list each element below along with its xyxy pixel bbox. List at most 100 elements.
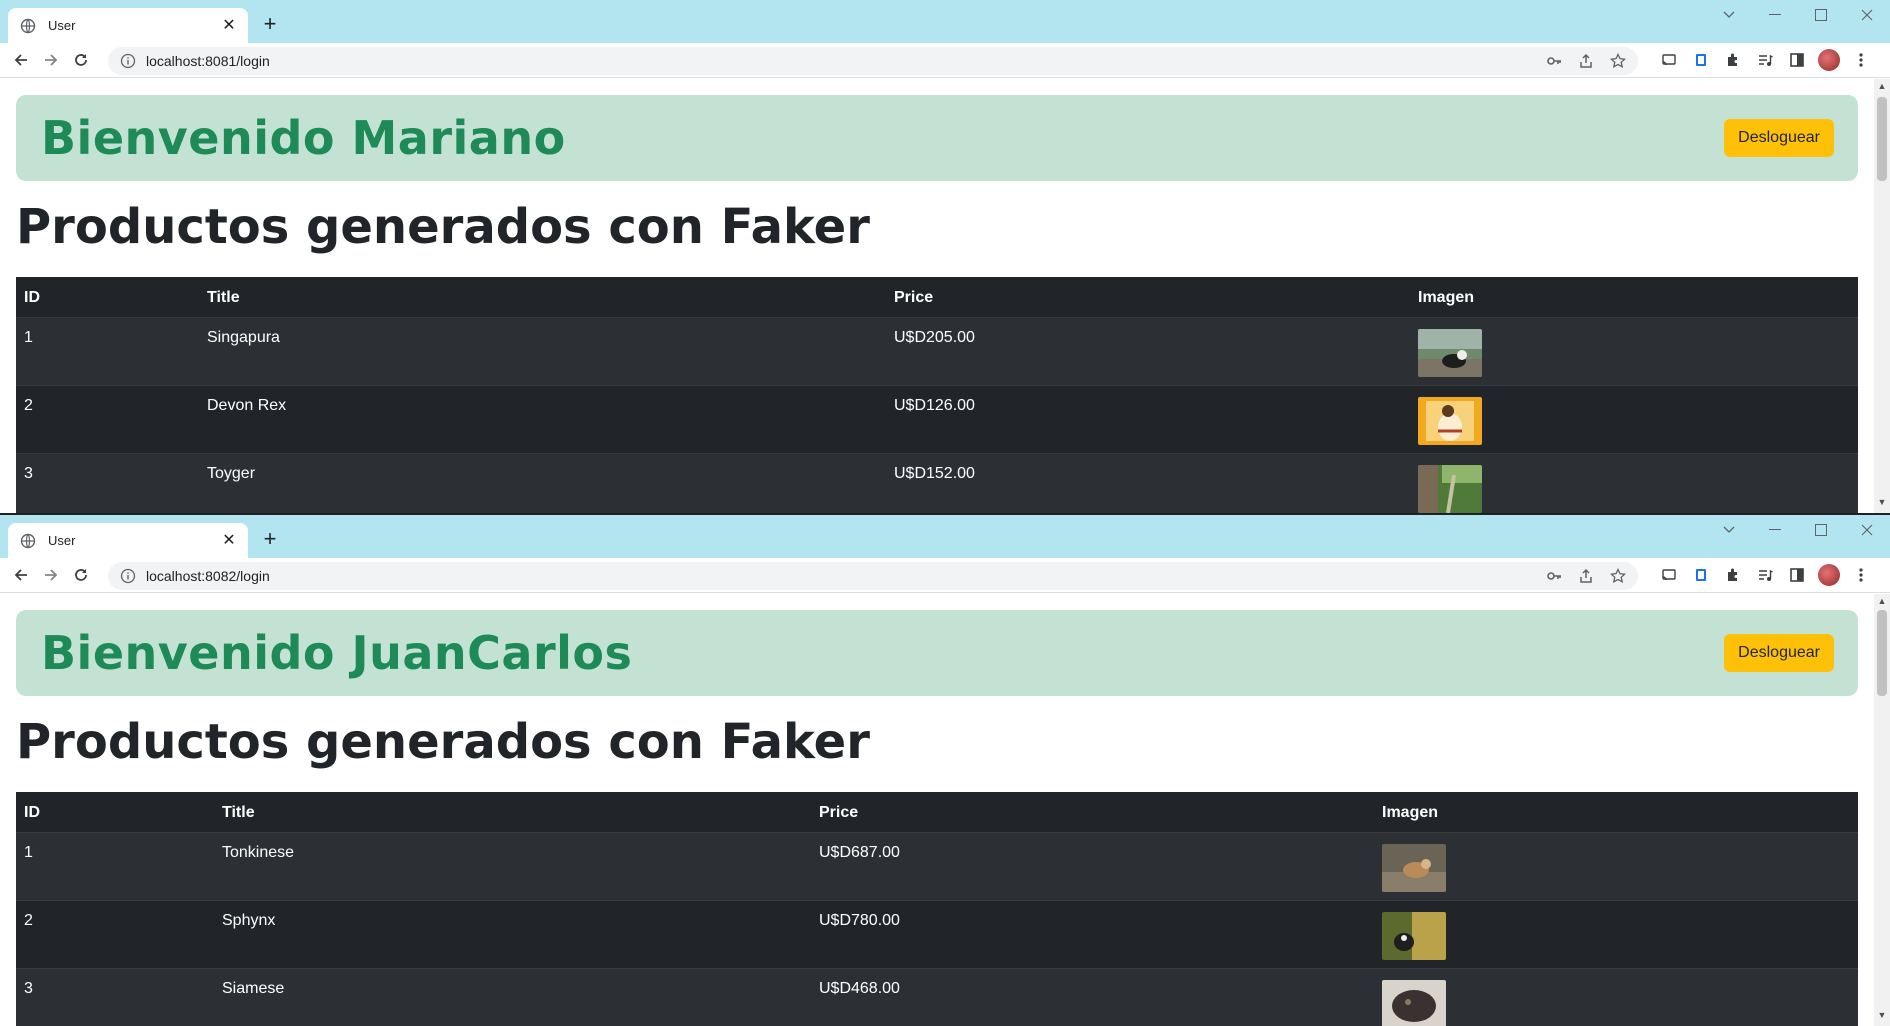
welcome-banner: Bienvenido JuanCarlos Desloguear [16, 610, 1858, 696]
page-viewport: Bienvenido Mariano Desloguear Productos … [0, 79, 1874, 513]
close-window-icon[interactable] [1844, 515, 1890, 545]
site-info-icon[interactable] [120, 568, 136, 584]
maximize-icon[interactable] [1798, 0, 1844, 30]
url-text: localhost:8081/login [146, 53, 270, 69]
product-image [1382, 843, 1446, 892]
products-table: ID Title Price Imagen 1 Tonkinese U$D687… [16, 792, 1858, 1026]
table-row: 2 Devon Rex U$D126.00 [16, 385, 1858, 454]
table-row: 1 Tonkinese U$D687.00 [16, 832, 1858, 901]
side-panel-icon[interactable] [1786, 47, 1808, 73]
globe-icon [20, 18, 36, 34]
globe-icon [20, 533, 36, 549]
cell-price: U$D205.00 [886, 317, 1410, 386]
new-tab-icon[interactable]: + [258, 527, 282, 551]
cell-title: Siamese [214, 968, 811, 1026]
product-image [1418, 396, 1482, 445]
key-icon[interactable] [1544, 566, 1564, 586]
address-bar[interactable]: localhost:8082/login [108, 562, 1638, 590]
reload-icon[interactable] [66, 46, 96, 74]
cell-price: U$D126.00 [886, 385, 1410, 454]
table-row: 3 Toyger U$D152.00 [16, 453, 1858, 513]
scroll-up-arrow-icon[interactable]: ▲ [1874, 81, 1890, 95]
cell-price: U$D468.00 [811, 968, 1374, 1026]
tab-close-icon[interactable]: ✕ [220, 17, 238, 35]
page-viewport: Bienvenido JuanCarlos Desloguear Product… [0, 594, 1874, 1026]
logout-button[interactable]: Desloguear [1724, 119, 1834, 157]
vertical-scrollbar[interactable]: ▲ ▼ [1874, 79, 1890, 513]
page-title: Productos generados con Faker [16, 199, 870, 255]
table-row: 2 Sphynx U$D780.00 [16, 900, 1858, 969]
profile-avatar[interactable] [1818, 49, 1840, 71]
product-image [1382, 911, 1446, 960]
tab-title: User [48, 533, 76, 548]
column-header-title: Title [214, 792, 811, 833]
cell-id: 3 [16, 968, 214, 1026]
scroll-up-arrow-icon[interactable]: ▲ [1874, 596, 1890, 610]
share-icon[interactable] [1576, 51, 1596, 71]
key-icon[interactable] [1544, 51, 1564, 71]
tab-title: User [48, 18, 76, 33]
browser-tab[interactable]: User ✕ [8, 523, 248, 558]
tab-close-icon[interactable]: ✕ [220, 532, 238, 550]
new-tab-icon[interactable]: + [258, 12, 282, 36]
browser-toolbar: localhost:8082/login [0, 558, 1890, 593]
cast-icon[interactable] [1658, 562, 1680, 588]
forward-arrow-icon[interactable] [36, 46, 66, 74]
cell-id: 3 [16, 453, 199, 513]
cell-price: U$D780.00 [811, 900, 1374, 969]
close-window-icon[interactable] [1844, 0, 1890, 30]
cell-title: Tonkinese [214, 832, 811, 901]
minimize-icon[interactable] [1752, 0, 1798, 30]
product-image [1382, 979, 1446, 1026]
welcome-title: Bienvenido JuanCarlos [41, 626, 633, 680]
scroll-down-arrow-icon[interactable]: ▼ [1874, 1010, 1890, 1024]
address-bar[interactable]: localhost:8081/login [108, 47, 1638, 75]
translate-icon[interactable] [1690, 562, 1712, 588]
media-control-icon[interactable] [1754, 562, 1776, 588]
tab-search-icon[interactable] [1706, 515, 1752, 545]
column-header-price: Price [886, 277, 1410, 318]
cell-title: Singapura [199, 317, 886, 386]
media-control-icon[interactable] [1754, 47, 1776, 73]
scrollbar-thumb[interactable] [1877, 610, 1887, 696]
share-icon[interactable] [1576, 566, 1596, 586]
extensions-puzzle-icon[interactable] [1722, 47, 1744, 73]
vertical-scrollbar[interactable]: ▲ ▼ [1874, 594, 1890, 1026]
table-row: 1 Singapura U$D205.00 [16, 317, 1858, 386]
maximize-icon[interactable] [1798, 515, 1844, 545]
cell-title: Sphynx [214, 900, 811, 969]
tab-strip: User ✕ + [0, 515, 1890, 558]
forward-arrow-icon[interactable] [36, 561, 66, 589]
welcome-banner: Bienvenido Mariano Desloguear [16, 95, 1858, 181]
table-header-row: ID Title Price Imagen [16, 277, 1858, 318]
column-header-id: ID [16, 277, 199, 318]
site-info-icon[interactable] [120, 53, 136, 69]
logout-button[interactable]: Desloguear [1724, 634, 1834, 672]
profile-avatar[interactable] [1818, 564, 1840, 586]
cell-id: 2 [16, 900, 214, 969]
bookmark-star-icon[interactable] [1608, 566, 1628, 586]
extensions-puzzle-icon[interactable] [1722, 562, 1744, 588]
reload-icon[interactable] [66, 561, 96, 589]
cast-icon[interactable] [1658, 47, 1680, 73]
cell-id: 2 [16, 385, 199, 454]
side-panel-icon[interactable] [1786, 562, 1808, 588]
browser-tab[interactable]: User ✕ [8, 8, 248, 43]
menu-kebab-icon[interactable] [1850, 47, 1872, 73]
minimize-icon[interactable] [1752, 515, 1798, 545]
browser-window-1: User ✕ + localhost:8081/login Bienvenido… [0, 0, 1890, 513]
column-header-image: Imagen [1410, 277, 1858, 318]
back-arrow-icon[interactable] [6, 46, 36, 74]
product-image [1418, 464, 1482, 513]
translate-icon[interactable] [1690, 47, 1712, 73]
bookmark-star-icon[interactable] [1608, 51, 1628, 71]
products-table: ID Title Price Imagen 1 Singapura U$D205… [16, 277, 1858, 513]
table-header-row: ID Title Price Imagen [16, 792, 1858, 833]
scrollbar-thumb[interactable] [1877, 97, 1887, 181]
back-arrow-icon[interactable] [6, 561, 36, 589]
menu-kebab-icon[interactable] [1850, 562, 1872, 588]
column-header-price: Price [811, 792, 1374, 833]
scroll-down-arrow-icon[interactable]: ▼ [1874, 497, 1890, 511]
tab-search-icon[interactable] [1706, 0, 1752, 30]
product-image [1418, 328, 1482, 377]
